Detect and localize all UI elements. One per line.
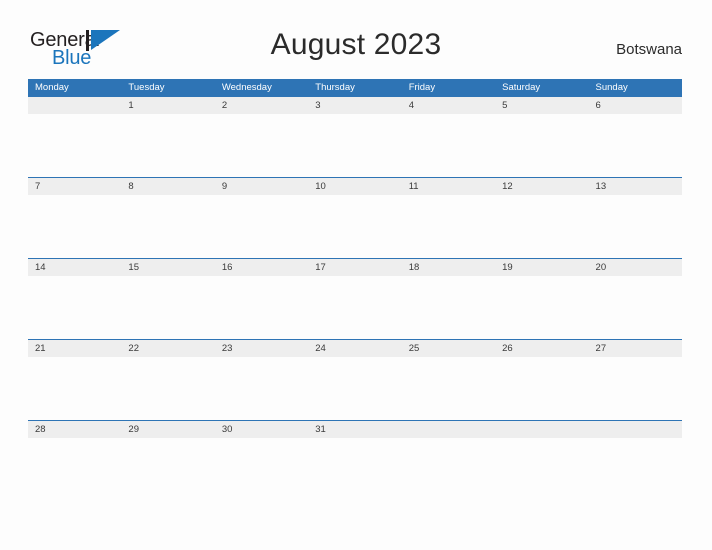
day-number[interactable]: 5 — [495, 97, 588, 114]
day-number[interactable]: 28 — [28, 421, 121, 438]
day-number[interactable]: 16 — [215, 259, 308, 276]
page-header: General Blue August 2023 Botswana — [0, 0, 712, 78]
day-number[interactable]: 21 — [28, 340, 121, 357]
day-number[interactable]: 14 — [28, 259, 121, 276]
day-number[interactable]: 2 — [215, 97, 308, 114]
day-number[interactable] — [589, 421, 682, 438]
day-number[interactable]: 24 — [308, 340, 401, 357]
weekday-header-friday: Friday — [408, 82, 436, 93]
day-number[interactable] — [28, 97, 121, 114]
day-number[interactable]: 13 — [589, 178, 682, 195]
day-number[interactable]: 8 — [121, 178, 214, 195]
weekday-header-tuesday: Tuesday — [128, 82, 165, 93]
day-number[interactable]: 9 — [215, 178, 308, 195]
day-number[interactable]: 4 — [402, 97, 495, 114]
week-note-area[interactable] — [28, 114, 682, 177]
weekday-header-row: Monday Tuesday Wednesday Thursday Friday… — [28, 79, 682, 96]
day-number[interactable]: 27 — [589, 340, 682, 357]
page-title: August 2023 — [270, 28, 442, 61]
weekday-header-wednesday: Wednesday — [221, 82, 272, 93]
day-number[interactable]: 31 — [308, 421, 401, 438]
day-number[interactable]: 15 — [121, 259, 214, 276]
week-date-band: 21 22 23 24 25 26 27 — [28, 339, 682, 357]
week-note-area[interactable] — [28, 438, 682, 501]
day-number[interactable]: 19 — [495, 259, 588, 276]
calendar-week-row: 21 22 23 24 25 26 27 — [28, 339, 682, 420]
day-number[interactable]: 26 — [495, 340, 588, 357]
day-number[interactable]: 12 — [495, 178, 588, 195]
day-number[interactable]: 1 — [121, 97, 214, 114]
week-date-band: 7 8 9 10 11 12 13 — [28, 177, 682, 195]
week-date-band: 1 2 3 4 5 6 — [28, 96, 682, 114]
day-number[interactable]: 11 — [402, 178, 495, 195]
day-number[interactable]: 25 — [402, 340, 495, 357]
region-label: Botswana — [616, 41, 682, 58]
day-number[interactable]: 7 — [28, 178, 121, 195]
day-number[interactable]: 30 — [215, 421, 308, 438]
day-number[interactable]: 3 — [308, 97, 401, 114]
calendar-week-row: 1 2 3 4 5 6 — [28, 96, 682, 177]
calendar-week-row: 28 29 30 31 — [28, 420, 682, 501]
weekday-header-saturday: Saturday — [502, 82, 541, 93]
day-number[interactable]: 29 — [121, 421, 214, 438]
day-number[interactable]: 18 — [402, 259, 495, 276]
weekday-header-sunday: Sunday — [595, 82, 628, 93]
calendar-week-row: 14 15 16 17 18 19 20 — [28, 258, 682, 339]
week-date-band: 14 15 16 17 18 19 20 — [28, 258, 682, 276]
day-number[interactable]: 22 — [121, 340, 214, 357]
weekday-header-monday: Monday — [35, 82, 69, 93]
week-date-band: 28 29 30 31 — [28, 420, 682, 438]
weekday-header-thursday: Thursday — [315, 82, 355, 93]
day-number[interactable] — [495, 421, 588, 438]
calendar-week-row: 7 8 9 10 11 12 13 — [28, 177, 682, 258]
day-number[interactable]: 10 — [308, 178, 401, 195]
day-number[interactable]: 20 — [589, 259, 682, 276]
week-note-area[interactable] — [28, 357, 682, 420]
week-note-area[interactable] — [28, 195, 682, 258]
day-number[interactable]: 23 — [215, 340, 308, 357]
day-number[interactable]: 6 — [589, 97, 682, 114]
day-number[interactable]: 17 — [308, 259, 401, 276]
calendar-grid: Monday Tuesday Wednesday Thursday Friday… — [28, 79, 682, 501]
day-number[interactable] — [402, 421, 495, 438]
week-note-area[interactable] — [28, 276, 682, 339]
